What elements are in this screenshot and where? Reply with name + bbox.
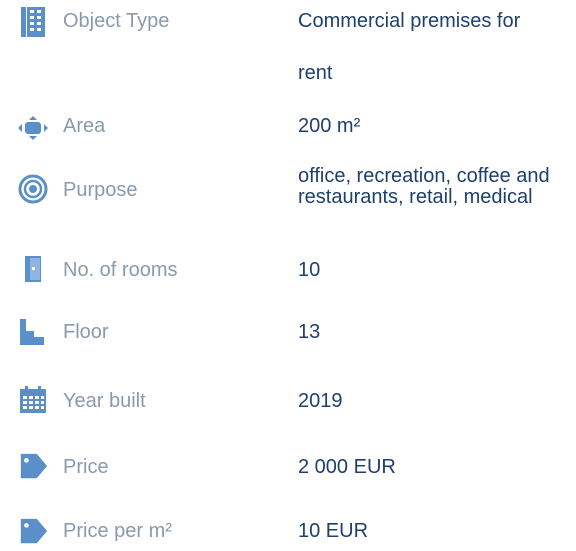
- property-value: 10: [298, 259, 321, 281]
- property-label: Price per m²: [63, 520, 172, 542]
- property-label: Purpose: [63, 179, 138, 201]
- property-value: 200 m²: [298, 115, 361, 137]
- property-value: Commercial premises for: [298, 10, 521, 32]
- property-label: Floor: [63, 321, 109, 343]
- building-icon: [18, 7, 48, 37]
- door-icon: [18, 254, 48, 284]
- property-label: Price: [63, 456, 109, 478]
- stairs-icon: [18, 317, 48, 347]
- target-icon: [18, 174, 48, 204]
- calendar-icon: [18, 385, 48, 415]
- property-label: Area: [63, 115, 106, 137]
- property-value-continued: rent: [298, 62, 333, 84]
- area-arrows-icon: [18, 113, 48, 143]
- property-value: 2019: [298, 390, 343, 412]
- property-label: Year built: [63, 390, 146, 412]
- price-tag-icon: [18, 516, 48, 546]
- property-value: office, recreation, coffee and restauran…: [298, 165, 550, 208]
- property-value: 2 000 EUR: [298, 456, 396, 478]
- property-label: No. of rooms: [63, 259, 178, 281]
- price-tag-icon: [18, 451, 48, 481]
- property-value: 10 EUR: [298, 520, 369, 542]
- property-value: 13: [298, 321, 321, 343]
- property-label: Object Type: [63, 10, 170, 32]
